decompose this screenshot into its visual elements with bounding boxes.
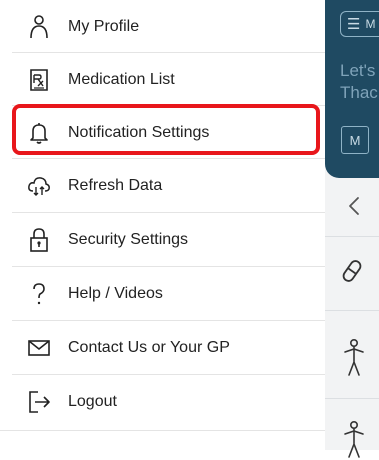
menu-item-security-settings[interactable]: Security Settings: [0, 213, 325, 266]
question-icon: [27, 282, 51, 306]
menu-item-label: My Profile: [68, 17, 140, 35]
menu-item-help-videos[interactable]: Help / Videos: [0, 267, 325, 320]
navigation-drawer: My Profile Medication List Notification …: [0, 0, 325, 450]
lock-icon: [27, 227, 51, 252]
menu-item-medication-list[interactable]: Medication List: [0, 53, 325, 106]
cloud-sync-icon: [27, 174, 51, 198]
greeting-line-1: Let's: [340, 61, 376, 80]
menu-item-contact-us[interactable]: Contact Us or Your GP: [0, 321, 325, 374]
pill-icon[interactable]: [338, 257, 366, 285]
menu-item-logout[interactable]: Logout: [0, 375, 325, 428]
menu-item-notification-settings[interactable]: Notification Settings: [0, 106, 325, 159]
logout-icon: [27, 390, 51, 414]
menu-item-label: Logout: [68, 392, 117, 410]
menu-item-label: Security Settings: [68, 230, 189, 248]
menu-item-label: Contact Us or Your GP: [68, 338, 230, 356]
hamburger-icon: ☰: [347, 15, 361, 33]
prescription-icon: [27, 68, 51, 92]
person-icon: [27, 14, 51, 39]
menu-button[interactable]: ☰ M: [340, 11, 379, 37]
drawer-bottom-divider: [0, 430, 325, 431]
right-divider: [325, 398, 379, 399]
menu-item-label: Medication List: [68, 70, 175, 88]
menu-item-refresh-data[interactable]: Refresh Data: [0, 159, 325, 212]
chevron-left-icon[interactable]: [347, 196, 361, 216]
menu-button-label: M: [365, 17, 376, 31]
profile-chip[interactable]: M: [341, 126, 369, 154]
greeting-text: Let's Thac: [340, 60, 378, 104]
menu-item-my-profile[interactable]: My Profile: [0, 0, 325, 53]
mail-icon: [27, 336, 51, 360]
menu-item-label: Notification Settings: [68, 123, 210, 141]
walking-stick-figure-icon[interactable]: [341, 420, 367, 460]
menu-item-label: Help / Videos: [68, 284, 163, 302]
menu-item-label: Refresh Data: [68, 176, 163, 194]
right-divider: [325, 236, 379, 237]
right-divider: [325, 310, 379, 311]
walking-stick-figure-icon[interactable]: [341, 338, 367, 378]
greeting-line-2: Thac: [340, 83, 378, 102]
bell-icon: [27, 121, 51, 145]
